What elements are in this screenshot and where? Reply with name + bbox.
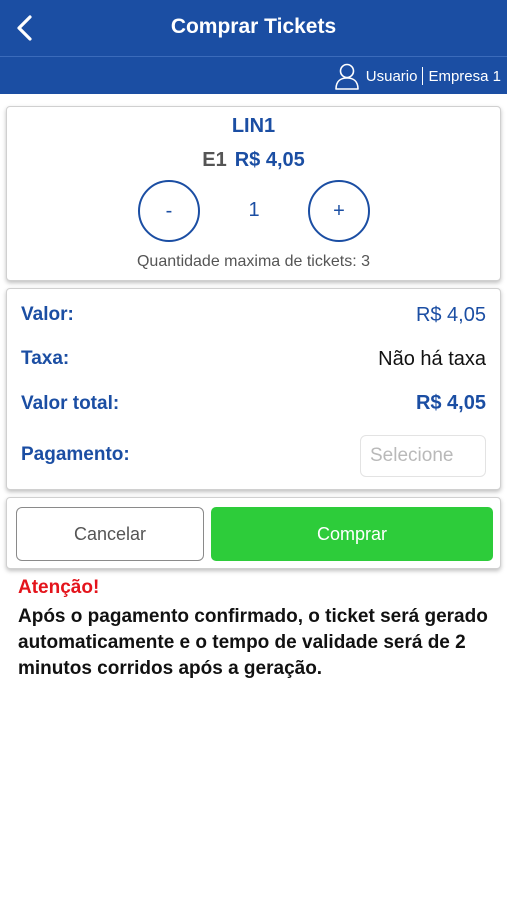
summary-card: Valor: R$ 4,05 Taxa: Não há taxa Valor t… <box>6 288 501 490</box>
increase-quantity-button[interactable]: + <box>308 180 370 242</box>
total-label: Valor total: <box>21 393 120 414</box>
max-quantity-text: Quantidade maxima de tickets: 3 <box>136 253 370 270</box>
product-card: LIN1 E1 R$ 4,05 - 1 + Quantidade maxima d… <box>6 106 501 281</box>
fee-amount: Não há taxa <box>378 348 486 370</box>
warning-text: Após o pagamento confirmado, o ticket se… <box>18 606 488 679</box>
page-title: Comprar Tickets <box>170 15 337 38</box>
actions-card: Cancelar Comprar <box>6 497 501 569</box>
user-separator <box>422 67 424 85</box>
user-info[interactable]: Usuario Empresa 1 <box>334 61 501 91</box>
main-content: LIN1 E1 R$ 4,05 - 1 + Quantidade maxima d… <box>0 94 507 900</box>
decrease-quantity-button[interactable]: - <box>138 180 200 242</box>
warning-title: Atenção! <box>18 577 100 598</box>
buy-button[interactable]: Comprar <box>211 507 493 561</box>
user-bar: Usuario Empresa 1 <box>0 56 507 94</box>
value-amount: R$ 4,05 <box>415 304 486 326</box>
quantity-value: 1 <box>248 199 260 221</box>
fee-label: Taxa: <box>21 348 70 369</box>
user-icon <box>334 62 360 90</box>
total-amount: R$ 4,05 <box>415 392 486 414</box>
payment-label: Pagamento: <box>21 444 130 465</box>
cancel-button[interactable]: Cancelar <box>16 507 204 561</box>
ticket-price-row: E1 R$ 4,05 <box>7 149 500 172</box>
ticket-price: R$ 4,05 <box>234 149 305 171</box>
company-name: Empresa 1 <box>428 67 501 85</box>
app-header: Comprar Tickets <box>0 0 507 56</box>
value-label: Valor: <box>21 304 74 325</box>
ticket-code: E1 <box>202 149 227 171</box>
payment-select[interactable]: Selecione <box>360 435 486 477</box>
line-name: LIN1 <box>231 115 276 137</box>
user-name: Usuario <box>365 67 418 85</box>
